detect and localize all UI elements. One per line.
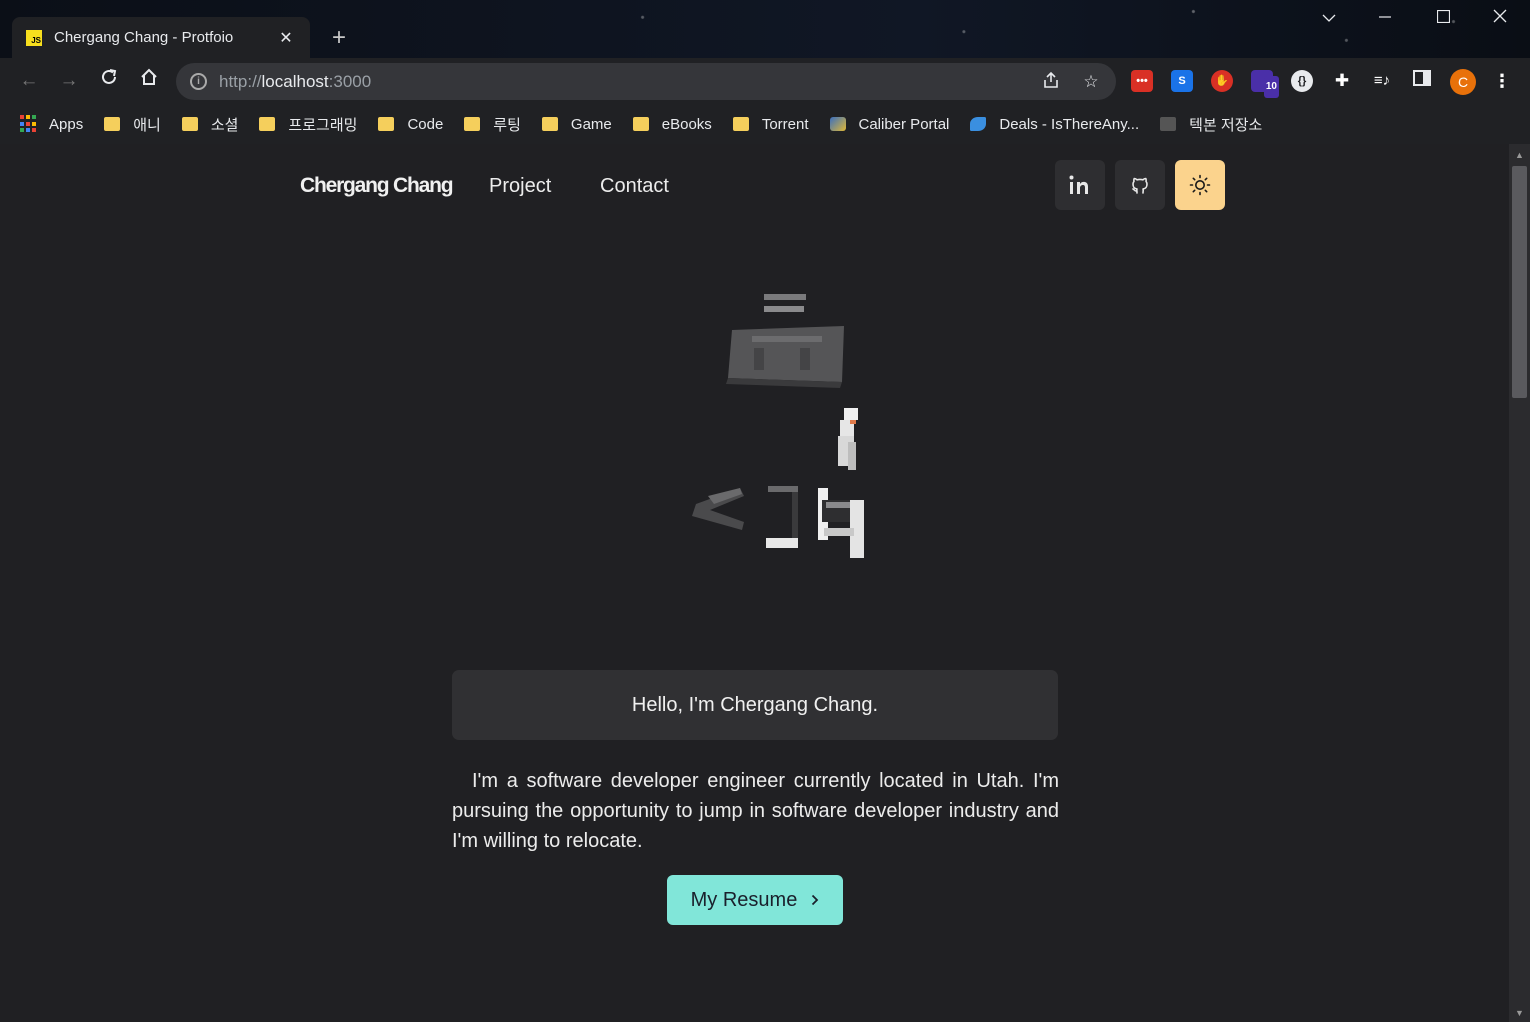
extension-icon-2[interactable]: S [1171, 70, 1193, 92]
scrollbar-thumb[interactable] [1512, 166, 1527, 398]
bookmark-label: 프로그래밍 [288, 116, 358, 134]
bookmark-folder[interactable]: 루팅 [464, 114, 521, 135]
share-icon[interactable] [1040, 71, 1062, 93]
browser-tab[interactable]: JS Chergang Chang - Protfoio ✕ [12, 17, 310, 58]
new-tab-icon[interactable]: + [326, 24, 352, 52]
bookmark-label: Code [407, 115, 444, 133]
github-button[interactable] [1115, 160, 1165, 210]
tab-search-icon[interactable] [1312, 6, 1346, 32]
page-scrollbar[interactable]: ▲ ▼ [1509, 144, 1530, 1022]
extension-icon-1[interactable]: ••• [1131, 70, 1153, 92]
extension-icon-5[interactable]: {} [1291, 70, 1313, 92]
caliber-icon [829, 117, 846, 131]
bookmark-label: 텍본 저장소 [1189, 116, 1263, 134]
linkedin-button[interactable] [1055, 160, 1105, 210]
bookmark-label: Torrent [761, 115, 809, 133]
apps-grid-icon [20, 115, 38, 133]
bookmark-link[interactable]: 텍본 저장소 [1160, 114, 1262, 135]
home-icon[interactable] [136, 68, 162, 94]
site-icon [1160, 117, 1177, 131]
bookmark-label: Deals - IsThereAny... [999, 115, 1140, 133]
intro-paragraph: I'm a software developer engineer curren… [452, 770, 1059, 852]
bookmark-star-icon[interactable]: ☆ [1080, 71, 1102, 93]
bookmark-folder[interactable]: Torrent [732, 115, 809, 133]
browser-chrome: JS Chergang Chang - Protfoio ✕ + ← → i h… [0, 0, 1530, 144]
folder-icon [378, 117, 395, 131]
profile-avatar[interactable]: C [1450, 69, 1476, 95]
page-content: Chergang Chang Project Contact Hello, I'… [0, 144, 1509, 1022]
site-info-icon[interactable]: i [190, 73, 207, 90]
github-icon [1132, 177, 1148, 194]
folder-icon [541, 117, 558, 131]
folder-icon [259, 117, 276, 131]
bookmark-folder[interactable]: 프로그래밍 [259, 114, 357, 135]
minimize-icon[interactable] [1368, 6, 1402, 32]
bookmark-folder[interactable]: Game [541, 115, 612, 133]
bookmark-label: eBooks [661, 115, 712, 133]
bookmarks-bar: Apps 애니 소셜 프로그래밍 Code 루팅 Game eBooks Tor… [0, 104, 1530, 144]
bookmark-label: 애니 [133, 116, 161, 134]
close-window-icon[interactable] [1483, 6, 1517, 32]
side-panel-icon[interactable] [1411, 70, 1433, 92]
folder-icon [104, 117, 121, 131]
theme-toggle-button[interactable] [1175, 160, 1225, 210]
deals-icon [970, 117, 987, 131]
bookmark-label: 루팅 [493, 116, 521, 134]
url-text: http://localhost:3000 [219, 71, 372, 91]
greeting-card: Hello, I'm Chergang Chang. [452, 670, 1058, 740]
folder-icon [181, 117, 198, 131]
maximize-icon[interactable] [1426, 6, 1460, 32]
tab-favicon-icon: JS [26, 29, 42, 46]
extension-icon-3[interactable]: ✋ [1211, 70, 1233, 92]
voxel-model-image [692, 294, 864, 558]
scroll-up-icon[interactable]: ▲ [1515, 150, 1524, 160]
bookmark-label: 소셜 [210, 116, 239, 134]
tab-title: Chergang Chang - Protfoio [54, 29, 234, 46]
browser-menu-icon[interactable]: ⋮ [1491, 70, 1513, 92]
bookmark-link[interactable]: Deals - IsThereAny... [970, 116, 1139, 133]
nav-link-project[interactable]: Project [489, 175, 551, 198]
browser-toolbar: ← → i http://localhost:3000 ☆ ••• S ✋ 10… [0, 58, 1530, 104]
bookmark-folder[interactable]: eBooks [632, 115, 712, 133]
reload-icon[interactable] [96, 68, 122, 94]
back-icon[interactable]: ← [16, 68, 42, 94]
scroll-down-icon[interactable]: ▼ [1515, 1008, 1524, 1018]
resume-button[interactable]: My Resume [667, 875, 843, 925]
bookmark-label: Game [570, 115, 612, 133]
bookmark-apps[interactable]: Apps [20, 115, 83, 133]
address-bar[interactable]: i http://localhost:3000 ☆ [176, 63, 1116, 100]
media-control-icon[interactable]: ≡♪ [1371, 70, 1393, 92]
bookmark-label: Apps [49, 115, 84, 133]
forward-icon[interactable]: → [56, 68, 82, 94]
bookmark-folder[interactable]: 애니 [104, 114, 161, 135]
linkedin-icon [1069, 175, 1088, 194]
folder-icon [632, 117, 649, 131]
chevron-right-icon [812, 894, 819, 906]
tab-close-icon[interactable]: ✕ [276, 28, 296, 48]
sun-icon [1189, 174, 1211, 196]
bookmark-label: Caliber Portal [858, 115, 950, 133]
folder-icon [732, 117, 749, 131]
extensions-puzzle-icon[interactable]: ✚ [1331, 70, 1353, 92]
nav-link-contact[interactable]: Contact [600, 175, 669, 198]
site-brand[interactable]: Chergang Chang [300, 174, 454, 198]
extension-icon-4[interactable]: 10 [1251, 70, 1279, 98]
folder-icon [464, 117, 481, 131]
resume-button-label: My Resume [690, 888, 798, 911]
bookmark-folder[interactable]: 소셜 [181, 114, 239, 135]
bookmark-link[interactable]: Caliber Portal [829, 115, 950, 133]
bookmark-folder[interactable]: Code [378, 116, 443, 133]
